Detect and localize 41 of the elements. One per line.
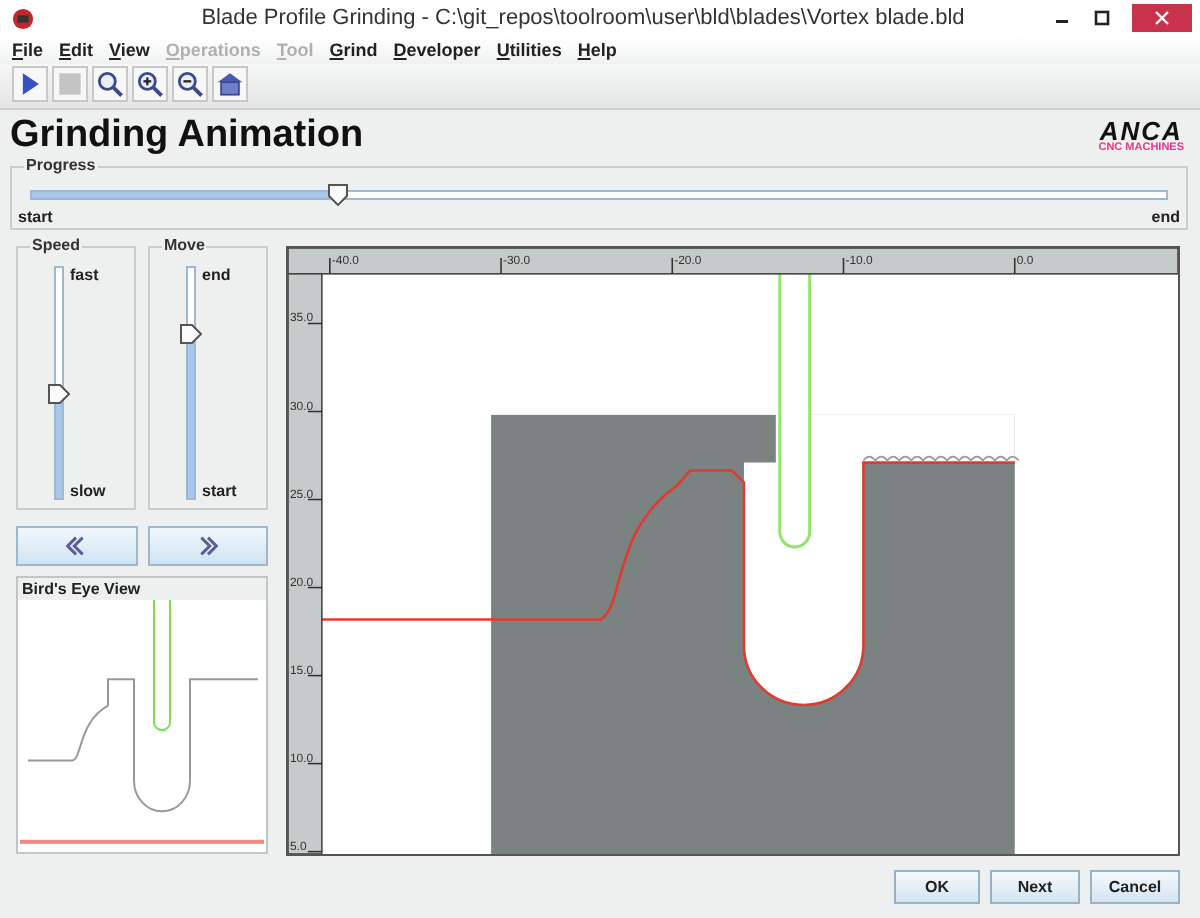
slider-thumb[interactable] <box>48 384 70 405</box>
menu-item[interactable]: View <box>109 40 150 60</box>
menu-item[interactable]: Developer <box>393 40 481 60</box>
zoom-in-icon[interactable] <box>132 66 168 102</box>
maximize-icon[interactable] <box>1092 8 1112 28</box>
slider-thumb[interactable] <box>328 184 349 206</box>
slider-label: start <box>18 208 53 226</box>
slider-label: start <box>202 482 237 500</box>
zoom-out-icon[interactable] <box>172 66 208 102</box>
slider-label: fast <box>70 266 101 284</box>
menu-item[interactable]: Grind <box>329 40 378 60</box>
previous-button[interactable] <box>16 526 137 566</box>
menu-item[interactable]: File <box>12 40 44 60</box>
menu-item[interactable]: Help <box>577 40 617 60</box>
group-title: Move <box>162 236 207 254</box>
progress-slider[interactable] <box>30 190 1168 200</box>
dialog-button[interactable]: Cancel <box>1090 869 1180 903</box>
panel-title: Bird's Eye View <box>18 578 266 600</box>
close-icon[interactable] <box>1132 4 1192 32</box>
slider-label: end <box>1151 208 1180 226</box>
slider-thumb[interactable] <box>180 324 202 345</box>
play-icon[interactable] <box>12 66 48 102</box>
group-title: Progress <box>24 156 98 174</box>
menu-item[interactable]: Utilities <box>496 40 562 60</box>
magnifier-icon[interactable] <box>92 66 128 102</box>
double-chevron-right-icon <box>197 536 218 556</box>
house-icon[interactable] <box>212 66 248 102</box>
double-chevron-left-icon <box>66 536 87 556</box>
vertical-slider[interactable] <box>186 266 196 500</box>
app-icon <box>12 7 34 29</box>
next-step-button[interactable] <box>147 526 268 566</box>
dialog-button[interactable]: Next <box>990 869 1080 903</box>
window-title: Blade Profile Grinding - C:\git_repos\toolroom\user\bld\blades\Vortex blade.bld <box>199 6 967 30</box>
dialog-button[interactable]: OK <box>894 869 980 903</box>
group-title: Speed <box>30 236 83 254</box>
menu-item[interactable]: Edit <box>59 40 94 60</box>
vertical-slider[interactable] <box>54 266 64 500</box>
logo-name: ANCA <box>1099 117 1183 144</box>
slider-label: end <box>202 266 233 284</box>
slider-label: slow <box>70 482 106 500</box>
page-heading: Grinding Animation <box>10 114 364 158</box>
